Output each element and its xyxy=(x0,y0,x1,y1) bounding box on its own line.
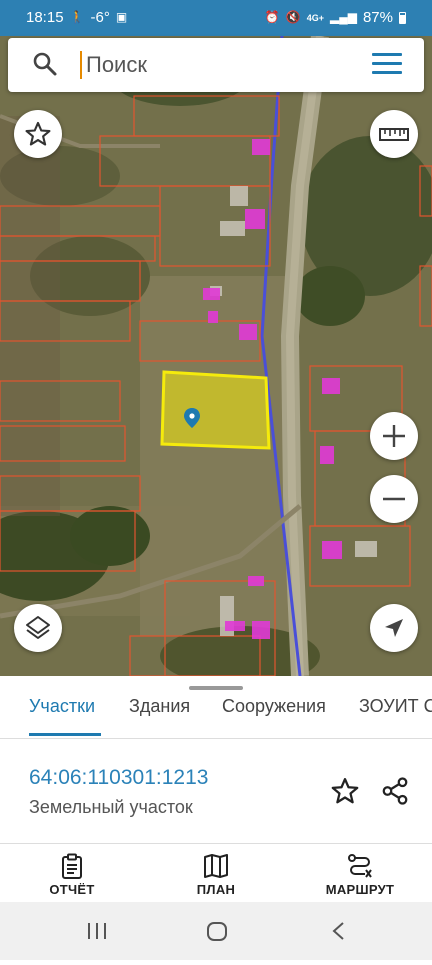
mute-icon: 🔇 xyxy=(285,10,301,24)
bottom-navigation: ОТЧЁТ ПЛАН МАРШРУТ xyxy=(0,843,432,902)
walking-icon: 🚶 xyxy=(69,10,85,24)
favorites-button[interactable] xyxy=(14,110,62,158)
share-icon[interactable] xyxy=(380,776,410,806)
temperature: -6° xyxy=(90,9,110,26)
battery-icon xyxy=(399,11,406,24)
tab-zouit[interactable]: ЗОУИТ С xyxy=(359,696,432,717)
nav-report[interactable]: ОТЧЁТ xyxy=(0,844,144,902)
back-icon[interactable] xyxy=(332,922,344,940)
minus-icon xyxy=(383,497,405,501)
tab-parcels[interactable]: Участки xyxy=(29,696,95,717)
status-bar: 18:15 🚶 -6° ▣ ⏰ 🔇 4G+ ▂▄▆ 87% xyxy=(0,0,432,36)
search-icon[interactable] xyxy=(32,51,58,77)
zoom-out-button[interactable] xyxy=(370,475,418,523)
layers-button[interactable] xyxy=(14,604,62,652)
navigation-arrow-icon xyxy=(385,619,403,637)
nav-plan-label: ПЛАН xyxy=(196,882,236,897)
network-type: 4G+ xyxy=(306,12,324,23)
nav-route-label: МАРШРУТ xyxy=(325,882,395,897)
plus-icon xyxy=(383,425,405,447)
zoom-in-button[interactable] xyxy=(370,412,418,460)
star-icon xyxy=(25,121,51,146)
nav-route[interactable]: МАРШРУТ xyxy=(288,844,432,902)
nav-report-label: ОТЧЁТ xyxy=(49,882,95,897)
search-input[interactable] xyxy=(82,46,370,84)
route-icon xyxy=(348,854,372,878)
home-icon[interactable] xyxy=(207,922,227,941)
cadastral-number-link[interactable]: 64:06:110301:1213 xyxy=(29,766,208,790)
image-icon: ▣ xyxy=(115,10,128,24)
ruler-icon xyxy=(379,128,409,141)
menu-icon[interactable] xyxy=(372,53,402,77)
clock: 18:15 xyxy=(26,9,64,26)
recent-apps-icon[interactable] xyxy=(88,923,106,939)
tab-structures[interactable]: Сооружения xyxy=(222,696,326,717)
tab-bar: Участки Здания Сооружения ЗОУИТ С xyxy=(0,688,432,739)
search-bar xyxy=(8,38,424,92)
my-location-button[interactable] xyxy=(370,604,418,652)
signal-icon: ▂▄▆ xyxy=(330,10,357,24)
favorite-star-icon[interactable] xyxy=(330,776,360,806)
system-navigation-bar xyxy=(0,902,432,960)
nav-plan[interactable]: ПЛАН xyxy=(144,844,288,902)
selected-parcel[interactable] xyxy=(160,370,271,450)
satellite-imagery xyxy=(0,36,432,676)
battery-percent: 87% xyxy=(362,9,393,26)
layers-icon xyxy=(26,616,50,639)
ruler-button[interactable] xyxy=(370,110,418,158)
map-icon xyxy=(204,854,228,878)
alarm-icon: ⏰ xyxy=(264,10,280,24)
clipboard-icon xyxy=(62,853,82,879)
active-tab-indicator xyxy=(29,733,101,736)
map-view[interactable] xyxy=(0,36,432,676)
tab-buildings[interactable]: Здания xyxy=(129,696,190,717)
parcel-type: Земельный участок xyxy=(29,797,193,817)
